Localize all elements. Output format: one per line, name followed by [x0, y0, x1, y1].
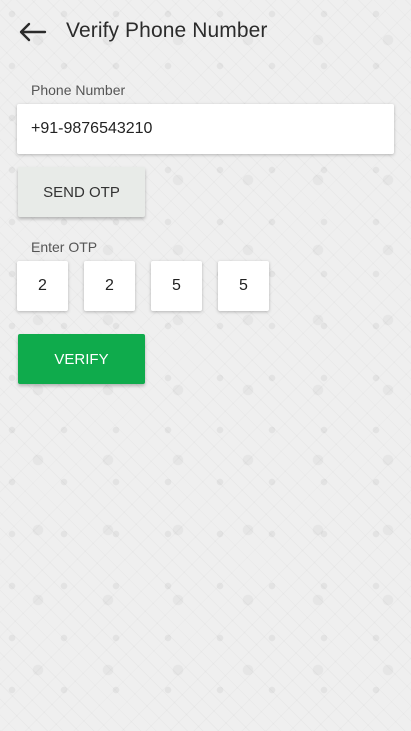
page-title: Verify Phone Number	[66, 19, 268, 42]
phone-number-label: Phone Number	[31, 82, 126, 98]
otp-digit-1-input[interactable]: 2	[17, 261, 68, 311]
app-bar: Verify Phone Number	[0, 0, 411, 64]
otp-label: Enter OTP	[31, 239, 98, 255]
otp-digit-3-input[interactable]: 5	[151, 261, 202, 311]
phone-number-input[interactable]	[17, 104, 394, 154]
back-button[interactable]	[12, 14, 52, 50]
otp-digit-4-input[interactable]: 5	[218, 261, 269, 311]
verify-button[interactable]: VERIFY	[18, 334, 145, 384]
otp-digit-2-input[interactable]: 2	[84, 261, 135, 311]
arrow-left-icon	[19, 22, 47, 42]
send-otp-button[interactable]: SEND OTP	[18, 167, 145, 217]
